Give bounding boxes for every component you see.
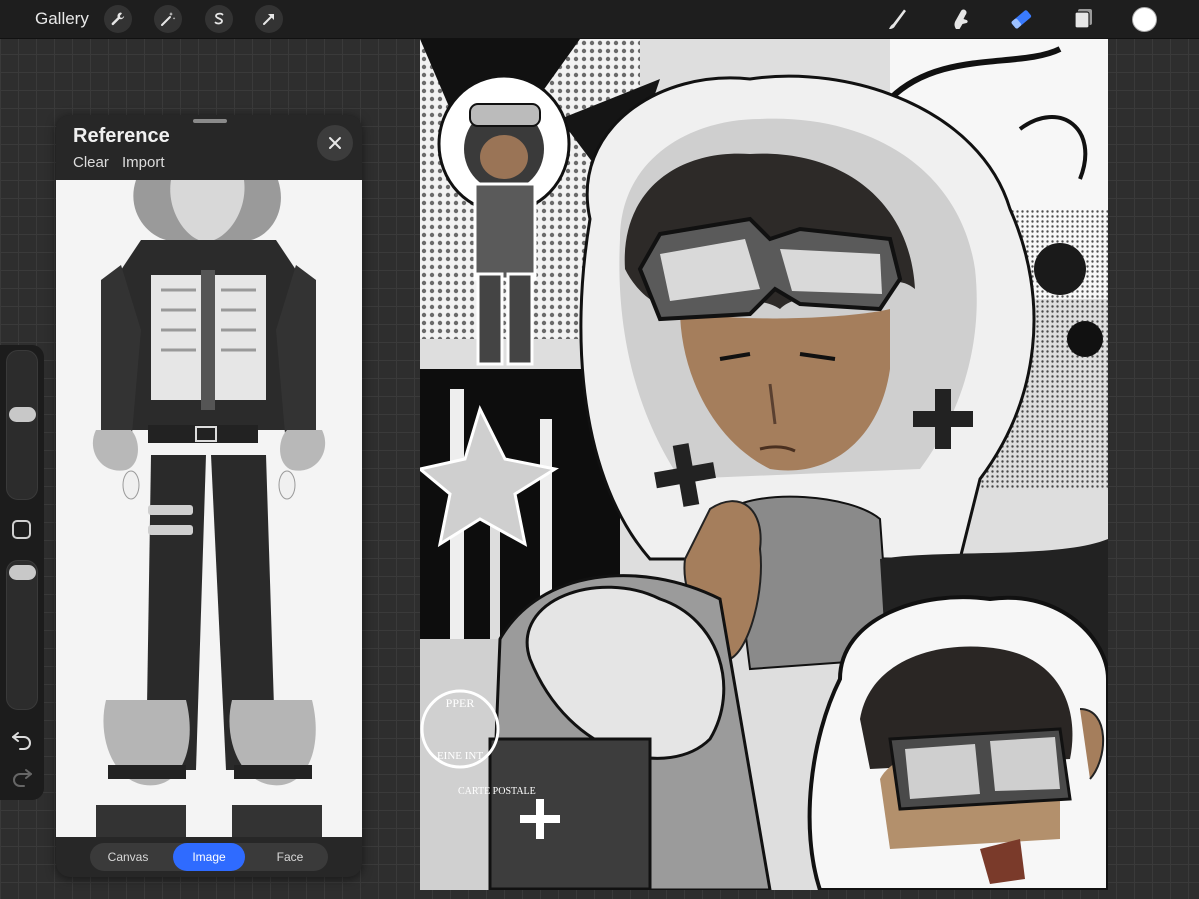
clear-button[interactable]: Clear	[73, 154, 109, 171]
import-button[interactable]: Import	[122, 154, 165, 171]
close-button[interactable]	[317, 125, 353, 161]
selection-icon[interactable]	[205, 5, 233, 33]
color-swatch[interactable]	[1132, 7, 1157, 32]
artwork: PPER EINE INT CARTE POSTALE	[420, 39, 1108, 890]
layers-icon[interactable]	[1070, 6, 1096, 32]
reference-mode-selector: Canvas Image Face	[90, 843, 328, 871]
left-sidebar	[0, 345, 44, 800]
panel-drag-handle[interactable]	[193, 119, 227, 123]
transform-arrow-icon[interactable]	[255, 5, 283, 33]
close-icon	[329, 137, 341, 149]
opacity-thumb[interactable]	[9, 565, 36, 580]
postcard-text: CARTE POSTALE	[458, 786, 536, 797]
drawing-canvas[interactable]: PPER EINE INT CARTE POSTALE	[420, 39, 1108, 890]
brush-size-thumb[interactable]	[9, 407, 36, 422]
stamp-top-text: PPER	[446, 696, 475, 710]
opacity-slider[interactable]	[6, 560, 38, 710]
reference-image	[56, 180, 362, 837]
brush-icon[interactable]	[885, 6, 911, 32]
reference-panel[interactable]: Reference Clear Import Canvas Image Face	[56, 115, 362, 877]
mode-image[interactable]: Image	[173, 843, 245, 871]
wrench-icon[interactable]	[104, 5, 132, 33]
top-toolbar: Gallery	[0, 0, 1199, 39]
reference-title: Reference	[73, 125, 170, 147]
eraser-icon[interactable]	[1008, 6, 1034, 32]
redo-icon[interactable]	[10, 765, 34, 787]
gallery-button[interactable]: Gallery	[35, 9, 89, 29]
modify-button[interactable]	[12, 520, 31, 539]
mode-face[interactable]: Face	[252, 843, 328, 871]
brush-size-slider[interactable]	[6, 350, 38, 500]
smudge-icon[interactable]	[947, 6, 973, 32]
undo-icon[interactable]	[10, 728, 34, 750]
magic-wand-icon[interactable]	[154, 5, 182, 33]
mode-canvas[interactable]: Canvas	[90, 843, 166, 871]
stamp-bottom-text: EINE INT	[437, 750, 483, 762]
